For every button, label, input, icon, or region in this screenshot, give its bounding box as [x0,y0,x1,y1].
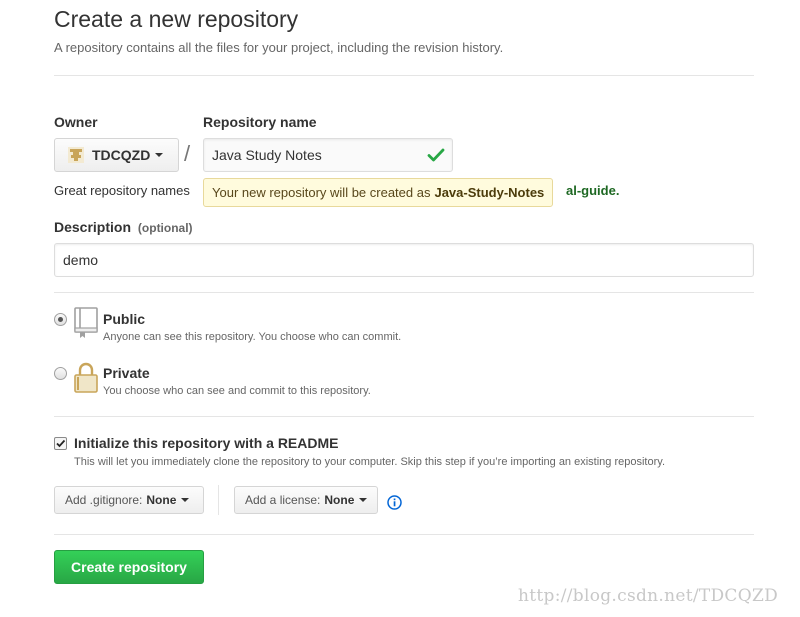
description-optional: (optional) [137,221,193,235]
private-radio[interactable] [54,367,67,380]
options-divider [54,534,754,535]
gitignore-label: Add .gitignore: [65,493,143,507]
repo-name-hint: Great repository names [54,183,190,198]
owner-select[interactable]: TDCQZD [54,138,179,172]
description-value: demo [63,252,99,268]
gitignore-value: None [146,493,177,507]
owner-value: TDCQZD [92,147,151,163]
tooltip-text: Your new repository will be created as [212,185,431,200]
page-subtitle: A repository contains all the files for … [54,40,504,55]
license-label: Add a license: [245,493,321,507]
repo-name-value: Java Study Notes [212,147,322,163]
chevron-down-icon [359,498,368,502]
init-readme-checkbox[interactable] [54,437,67,450]
owner-label: Owner [54,114,98,130]
description-input[interactable]: demo [54,243,754,277]
visibility-divider [54,416,754,417]
license-value: None [324,493,355,507]
checkmark-icon [56,439,66,448]
public-radio[interactable] [54,313,67,326]
init-readme-note: This will let you immediately clone the … [74,456,665,468]
info-icon[interactable] [387,495,402,510]
owner-repo-separator: / [184,141,191,166]
license-select[interactable]: Add a license: None [234,486,378,514]
chevron-down-icon [155,153,164,157]
selector-separator [218,485,219,515]
create-repository-button[interactable]: Create repository [54,550,204,584]
description-label: Description (optional) [54,219,193,235]
avatar-icon [67,146,85,164]
public-note: Anyone can see this repository. You choo… [103,331,402,343]
tooltip-slug: Java-Study-Notes [434,185,545,200]
private-title: Private [103,365,150,381]
public-title: Public [103,311,146,327]
watermark: http://blog.csdn.net/TDCQZD [518,586,779,606]
repo-book-icon [73,307,99,344]
repo-slug-tooltip: Your new repository will be created as J… [203,178,554,207]
page-title: Create a new repository [54,6,299,32]
repo-name-hint-link[interactable]: al-guide. [566,183,619,198]
check-icon [427,146,445,164]
repo-name-input[interactable]: Java Study Notes [203,138,453,172]
description-label-text: Description [54,219,132,235]
repo-name-label: Repository name [203,114,317,130]
description-divider [54,292,754,293]
private-note: You choose who can see and commit to thi… [103,385,371,397]
header-divider [54,75,754,76]
gitignore-select[interactable]: Add .gitignore: None [54,486,204,514]
chevron-down-icon [181,498,190,502]
init-readme-label[interactable]: Initialize this repository with a README [74,435,338,451]
lock-icon [73,361,99,398]
